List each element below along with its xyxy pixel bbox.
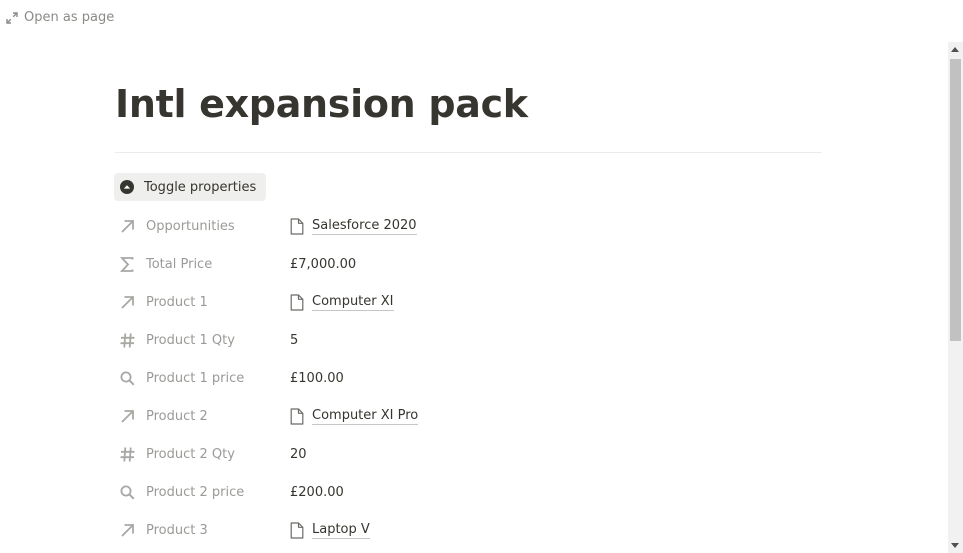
property-row: Total Price £7,000.00 xyxy=(114,245,824,283)
properties-list: Opportunities Salesforce 2020 Total Price £… xyxy=(114,207,824,549)
search-icon xyxy=(119,484,136,501)
property-name-label: Product 2 Qty xyxy=(146,446,235,462)
property-value-text: 20 xyxy=(290,446,307,462)
scrollbar-thumb[interactable] xyxy=(950,59,961,341)
property-row: Product 1 price £100.00 xyxy=(114,359,824,397)
sigma-icon xyxy=(119,256,136,273)
property-name-label: Product 1 Qty xyxy=(146,332,235,348)
page-icon xyxy=(290,217,304,235)
relation-arrow-icon xyxy=(119,522,136,539)
relation-value[interactable]: Salesforce 2020 xyxy=(289,211,417,241)
property-value-text: 5 xyxy=(290,332,299,348)
open-as-page-label: Open as page xyxy=(24,10,115,25)
property-value[interactable]: £200.00 xyxy=(289,477,344,507)
page-icon xyxy=(290,521,304,539)
property-name[interactable]: Total Price xyxy=(114,249,289,279)
property-value-text: £7,000.00 xyxy=(290,256,357,272)
property-value[interactable]: 5 xyxy=(289,325,298,355)
page-icon xyxy=(290,293,304,311)
property-name[interactable]: Product 1 xyxy=(114,287,289,317)
title-divider xyxy=(115,152,822,153)
property-row: Product 1 Computer XI xyxy=(114,283,824,321)
relation-arrow-icon xyxy=(119,218,136,235)
property-name[interactable]: Product 2 Qty xyxy=(114,439,289,469)
hash-icon xyxy=(119,332,136,349)
hash-icon xyxy=(119,446,136,463)
property-name[interactable]: Product 2 price xyxy=(114,477,289,507)
relation-value[interactable]: Laptop V xyxy=(289,515,370,545)
property-row: Product 2 Computer XI Pro xyxy=(114,397,824,435)
property-name[interactable]: Product 2 xyxy=(114,401,289,431)
property-name[interactable]: Product 1 Qty xyxy=(114,325,289,355)
collapse-circle-icon xyxy=(120,180,134,194)
property-name-label: Product 2 xyxy=(146,408,208,424)
page-title[interactable]: Intl expansion pack xyxy=(115,82,528,126)
property-name[interactable]: Opportunities xyxy=(114,211,289,241)
property-name-label: Product 2 price xyxy=(146,484,245,500)
property-value[interactable]: 20 xyxy=(289,439,307,469)
property-value[interactable]: £7,000.00 xyxy=(289,249,356,279)
relation-link-text[interactable]: Computer XI xyxy=(312,294,394,311)
open-as-page-button[interactable]: Open as page xyxy=(6,10,114,25)
property-name-label: Product 3 xyxy=(146,522,208,538)
scroll-up-arrow-icon[interactable] xyxy=(951,47,959,52)
scroll-down-arrow-icon[interactable] xyxy=(951,543,959,548)
property-name-label: Product 1 xyxy=(146,294,208,310)
property-row: Product 1 Qty 5 xyxy=(114,321,824,359)
relation-value[interactable]: Computer XI Pro xyxy=(289,401,419,431)
property-value[interactable]: £100.00 xyxy=(289,363,344,393)
relation-link-text[interactable]: Salesforce 2020 xyxy=(312,218,417,235)
relation-arrow-icon xyxy=(119,294,136,311)
expand-arrows-icon xyxy=(6,11,18,24)
relation-link-text[interactable]: Laptop V xyxy=(312,522,370,539)
page-view: Open as page Intl expansion pack Toggle … xyxy=(0,0,963,553)
property-name[interactable]: Product 3 xyxy=(114,515,289,545)
relation-value[interactable]: Computer XI xyxy=(289,287,394,317)
property-row: Product 3 Laptop V xyxy=(114,511,824,549)
property-name-label: Total Price xyxy=(146,256,213,272)
property-row: Opportunities Salesforce 2020 xyxy=(114,207,824,245)
page-icon xyxy=(290,407,304,425)
toggle-properties-button[interactable]: Toggle properties xyxy=(114,173,267,201)
property-value-text: £100.00 xyxy=(290,370,344,386)
property-name-label: Product 1 price xyxy=(146,370,245,386)
property-row: Product 2 Qty 20 xyxy=(114,435,824,473)
relation-link-text[interactable]: Computer XI Pro xyxy=(312,408,419,425)
property-name-label: Opportunities xyxy=(146,218,235,234)
toggle-properties-label: Toggle properties xyxy=(144,179,257,195)
property-name[interactable]: Product 1 price xyxy=(114,363,289,393)
vertical-scrollbar[interactable] xyxy=(948,42,963,553)
search-icon xyxy=(119,370,136,387)
property-row: Product 2 price £200.00 xyxy=(114,473,824,511)
property-value-text: £200.00 xyxy=(290,484,344,500)
relation-arrow-icon xyxy=(119,408,136,425)
